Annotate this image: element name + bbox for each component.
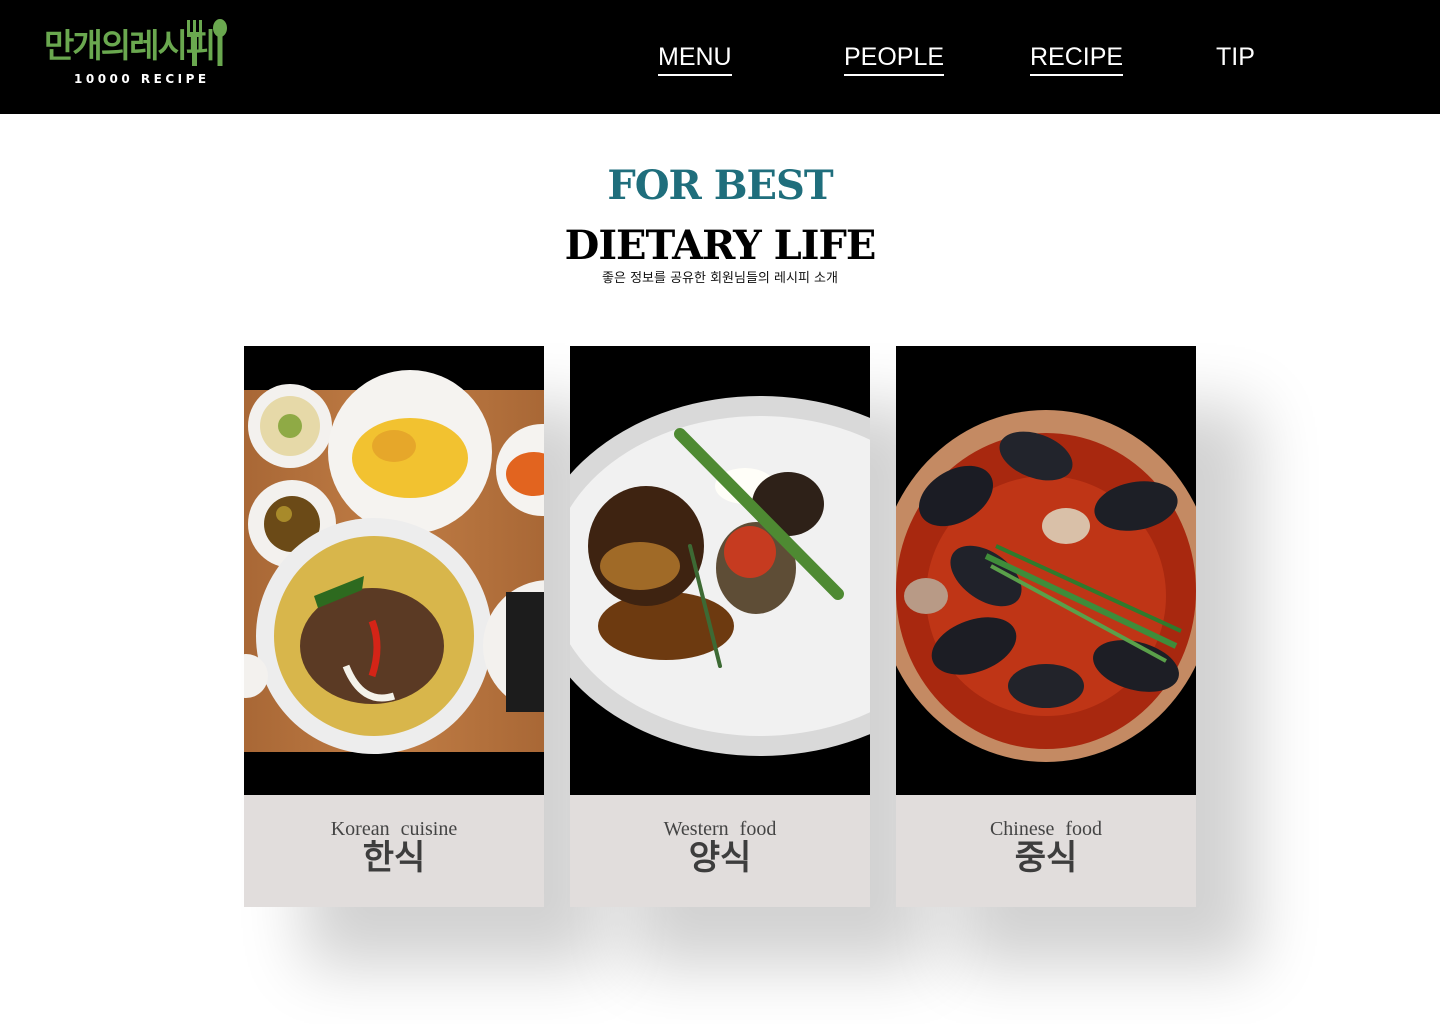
hero-kicker: FOR BEST bbox=[607, 162, 833, 209]
site-header: 만개의레시피 10000 RECIPE MENU PEOPLE RECIPE T… bbox=[0, 0, 1440, 114]
card-label-kr: 중식 bbox=[1014, 838, 1078, 878]
nav-item-recipe[interactable]: RECIPE bbox=[1030, 40, 1124, 76]
card-caption: Western food 양식 bbox=[570, 795, 870, 907]
main-nav: MENU PEOPLE RECIPE TIP bbox=[0, 40, 1440, 80]
nav-item-people[interactable]: PEOPLE bbox=[844, 40, 945, 76]
nav-item-tip[interactable]: TIP bbox=[1216, 40, 1255, 74]
category-card-chinese[interactable]: Chinese food 중식 bbox=[896, 346, 1196, 907]
nav-item-menu[interactable]: MENU bbox=[658, 40, 732, 76]
steak-plate-photo bbox=[570, 346, 870, 795]
jjamppong-mussels-photo bbox=[896, 346, 1196, 795]
card-caption: Chinese food 중식 bbox=[896, 795, 1196, 907]
hero-subtitle: 좋은 정보를 공유한 회원님들의 레시피 소개 bbox=[602, 271, 838, 286]
korean-table-set-photo bbox=[244, 346, 544, 795]
hero-title: DIETARY LIFE bbox=[564, 222, 877, 269]
category-card-korean[interactable]: Korean cuisine 한식 bbox=[244, 346, 544, 907]
card-label-kr: 양식 bbox=[688, 838, 752, 878]
card-label-kr: 한식 bbox=[362, 838, 426, 878]
category-card-western[interactable]: Western food 양식 bbox=[570, 346, 870, 907]
card-caption: Korean cuisine 한식 bbox=[244, 795, 544, 907]
